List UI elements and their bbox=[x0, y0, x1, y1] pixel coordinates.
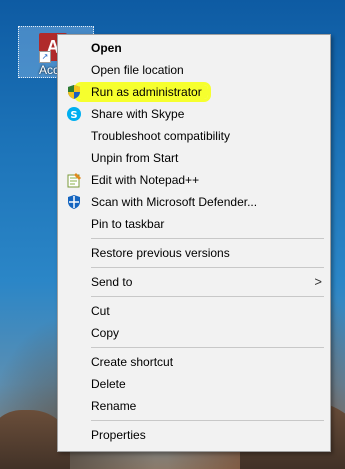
menu-item-label: Unpin from Start bbox=[91, 151, 179, 165]
menu-separator bbox=[91, 238, 324, 239]
menu-item-label: Run as administrator bbox=[77, 85, 208, 99]
menu-item-edit-with-notepadpp[interactable]: Edit with Notepad++ bbox=[58, 169, 330, 191]
menu-item-troubleshoot-compatibility[interactable]: Troubleshoot compatibility bbox=[58, 125, 330, 147]
menu-item-restore-previous-versions[interactable]: Restore previous versions bbox=[58, 242, 330, 264]
uac-shield-icon bbox=[66, 84, 82, 100]
chevron-right-icon: > bbox=[314, 274, 322, 289]
menu-item-open-file-location[interactable]: Open file location bbox=[58, 59, 330, 81]
menu-item-label: Open file location bbox=[91, 63, 184, 77]
menu-separator bbox=[91, 347, 324, 348]
menu-item-label: Delete bbox=[91, 377, 126, 391]
shortcut-label: Acc bbox=[39, 63, 60, 77]
menu-item-unpin-from-start[interactable]: Unpin from Start bbox=[58, 147, 330, 169]
defender-icon bbox=[66, 194, 82, 210]
menu-item-rename[interactable]: Rename bbox=[58, 395, 330, 417]
menu-item-copy[interactable]: Copy bbox=[58, 322, 330, 344]
menu-item-label: Send to bbox=[91, 275, 133, 289]
skype-icon: S bbox=[66, 106, 82, 122]
menu-separator bbox=[91, 296, 324, 297]
menu-item-delete[interactable]: Delete bbox=[58, 373, 330, 395]
menu-separator bbox=[91, 267, 324, 268]
menu-item-open[interactable]: Open bbox=[58, 37, 330, 59]
shortcut-arrow-icon: ↗ bbox=[39, 51, 51, 63]
notepadpp-icon bbox=[66, 172, 82, 188]
menu-item-run-as-administrator[interactable]: Run as administrator bbox=[58, 81, 330, 103]
menu-item-label: Restore previous versions bbox=[91, 246, 230, 260]
menu-item-label: Copy bbox=[91, 326, 120, 340]
menu-item-scan-with-defender[interactable]: Scan with Microsoft Defender... bbox=[58, 191, 330, 213]
context-menu: Open Open file location Run as administr… bbox=[57, 34, 331, 452]
menu-item-create-shortcut[interactable]: Create shortcut bbox=[58, 351, 330, 373]
menu-item-send-to[interactable]: Send to > bbox=[58, 271, 330, 293]
menu-item-label: Share with Skype bbox=[91, 107, 185, 121]
menu-item-label: Troubleshoot compatibility bbox=[91, 129, 230, 143]
menu-item-pin-to-taskbar[interactable]: Pin to taskbar bbox=[58, 213, 330, 235]
menu-item-label: Pin to taskbar bbox=[91, 217, 165, 231]
menu-item-label: Cut bbox=[91, 304, 110, 318]
menu-item-label: Rename bbox=[91, 399, 137, 413]
menu-item-label: Open bbox=[91, 41, 122, 55]
menu-separator bbox=[91, 420, 324, 421]
menu-item-label: Create shortcut bbox=[91, 355, 174, 369]
menu-item-label: Edit with Notepad++ bbox=[91, 173, 200, 187]
menu-item-label: Properties bbox=[91, 428, 146, 442]
svg-text:S: S bbox=[70, 110, 77, 121]
menu-item-share-with-skype[interactable]: S Share with Skype bbox=[58, 103, 330, 125]
menu-item-cut[interactable]: Cut bbox=[58, 300, 330, 322]
menu-item-properties[interactable]: Properties bbox=[58, 424, 330, 446]
desktop-background: A ↗ Acc Open Open file location Run as a… bbox=[0, 0, 345, 469]
menu-item-label: Scan with Microsoft Defender... bbox=[91, 195, 258, 209]
